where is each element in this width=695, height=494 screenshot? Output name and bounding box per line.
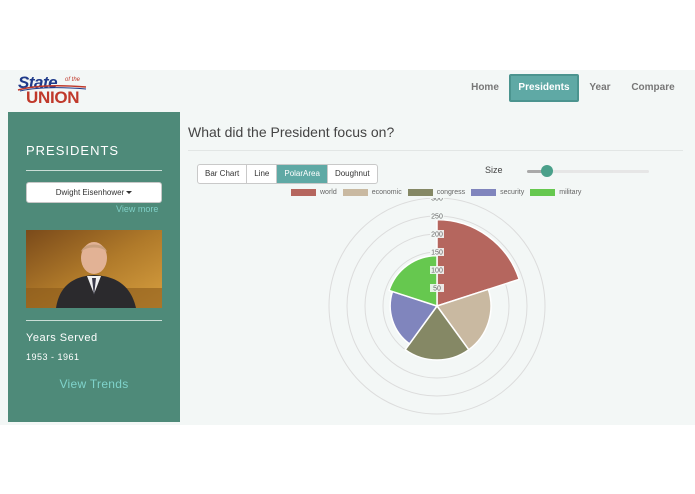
size-slider-handle[interactable]	[541, 165, 554, 177]
legend-label: world	[320, 188, 337, 196]
president-dropdown-value: Dwight Eisenhower	[55, 188, 125, 197]
legend-label: security	[500, 188, 525, 196]
tick-label: 50	[433, 286, 441, 293]
sidebar-divider	[26, 170, 162, 171]
view-more-link[interactable]: View more	[116, 204, 158, 214]
doughnut-button[interactable]: Doughnut	[328, 165, 377, 183]
legend-item[interactable]: military	[530, 188, 582, 196]
page-title: What did the President focus on?	[188, 124, 395, 140]
state-of-the-union-logo[interactable]: State of the UNION	[16, 73, 92, 109]
line-button[interactable]: Line	[247, 165, 278, 183]
tick-label: 200	[431, 232, 443, 239]
legend-label: congress	[436, 188, 466, 196]
years-served-value: 1953 - 1961	[26, 352, 80, 362]
polar-area-button[interactable]: PolarArea	[277, 165, 328, 183]
legend-label: military	[559, 188, 582, 196]
nav-year[interactable]: Year	[582, 74, 618, 102]
president-portrait	[26, 230, 162, 308]
polar-area-chart: 50 100 150 200 250 300	[328, 198, 546, 415]
legend-item[interactable]: economic	[342, 188, 402, 196]
nav-compare[interactable]: Compare	[626, 74, 680, 102]
chart-type-button-group: Bar Chart Line PolarArea Doughnut	[197, 164, 378, 184]
title-divider	[188, 150, 683, 151]
view-trends-link[interactable]: View Trends	[8, 377, 180, 391]
tick-label: 300	[431, 198, 443, 203]
tick-label: 250	[431, 214, 443, 221]
legend-swatch	[471, 188, 497, 196]
app-window: State of the UNION Home Presidents Year …	[0, 70, 695, 425]
legend-item[interactable]: security	[471, 188, 525, 196]
sidebar-title: PRESIDENTS	[26, 143, 120, 158]
caret-down-icon	[126, 191, 133, 195]
legend-label: economic	[371, 188, 402, 196]
legend-item[interactable]: congress	[407, 188, 466, 196]
legend-swatch	[342, 188, 368, 196]
navbar: State of the UNION Home Presidents Year …	[0, 70, 695, 108]
nav-presidents[interactable]: Presidents	[509, 74, 579, 102]
logo-union-text: UNION	[26, 88, 80, 107]
legend-swatch	[291, 188, 316, 196]
legend-swatch	[407, 188, 433, 196]
legend-swatch	[530, 188, 556, 196]
years-served-label: Years Served	[26, 332, 98, 344]
tick-label: 100	[431, 268, 443, 275]
tick-label: 150	[431, 250, 443, 257]
size-label: Size	[485, 165, 503, 175]
bar-chart-button[interactable]: Bar Chart	[198, 165, 248, 183]
sidebar: PRESIDENTS Dwight Eisenhower View more Y…	[8, 112, 180, 422]
logo-of-the-text: of the	[65, 77, 81, 83]
sidebar-divider	[26, 320, 162, 321]
legend-item[interactable]: world	[291, 188, 337, 196]
chart-legend: world economic congress security military	[291, 187, 587, 197]
nav-home[interactable]: Home	[465, 74, 505, 102]
president-dropdown[interactable]: Dwight Eisenhower	[26, 182, 162, 203]
